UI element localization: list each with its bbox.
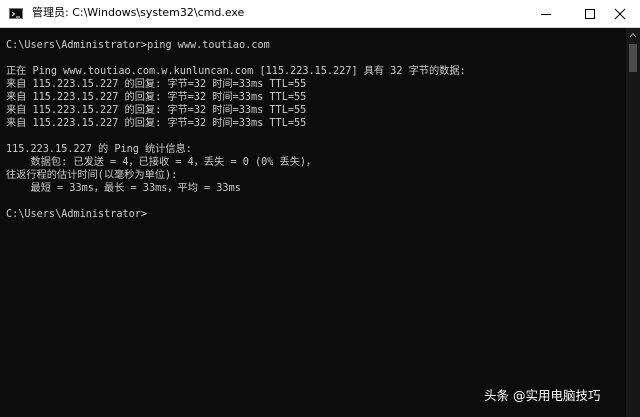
cmd-window: 管理员: C:\Windows\system32\cmd.exe C:\User… xyxy=(0,0,640,417)
minimize-button[interactable] xyxy=(524,0,568,27)
console-line: 正在 Ping www.toutiao.com.w.kunluncan.com … xyxy=(6,66,466,77)
console-line: 115.223.15.227 的 Ping 统计信息: xyxy=(6,144,192,155)
watermark: 头条 @实用电脑技巧 xyxy=(484,388,601,403)
scrollbar-thumb[interactable] xyxy=(629,44,637,72)
window-title: 管理员: C:\Windows\system32\cmd.exe xyxy=(32,6,245,19)
scroll-up-arrow-icon[interactable] xyxy=(629,32,637,38)
vertical-scrollbar[interactable] xyxy=(626,28,640,417)
console-prompt: C:\Users\Administrator> xyxy=(6,209,148,220)
close-button[interactable] xyxy=(598,0,640,27)
console-line: 来自 115.223.15.227 的回复: 字节=32 时间=33ms TTL… xyxy=(6,79,307,90)
title-bar[interactable]: 管理员: C:\Windows\system32\cmd.exe xyxy=(0,0,640,28)
maximize-icon xyxy=(585,9,595,19)
minimize-icon xyxy=(541,14,551,15)
console-line: 来自 115.223.15.227 的回复: 字节=32 时间=33ms TTL… xyxy=(6,92,307,103)
console-line: 数据包: 已发送 = 4，已接收 = 4，丢失 = 0 (0% 丢失)， xyxy=(6,157,317,168)
console-line: C:\Users\Administrator>ping www.toutiao.… xyxy=(6,40,270,51)
console-output[interactable]: C:\Users\Administrator>ping www.toutiao.… xyxy=(0,28,626,417)
console-line: 往返行程的估计时间(以毫秒为单位): xyxy=(6,170,178,181)
console-icon xyxy=(9,8,23,19)
console-line: 来自 115.223.15.227 的回复: 字节=32 时间=33ms TTL… xyxy=(6,105,307,116)
console-line: 最短 = 33ms，最长 = 33ms，平均 = 33ms xyxy=(6,183,241,194)
close-icon xyxy=(614,8,626,20)
console-line: 来自 115.223.15.227 的回复: 字节=32 时间=33ms TTL… xyxy=(6,118,307,129)
